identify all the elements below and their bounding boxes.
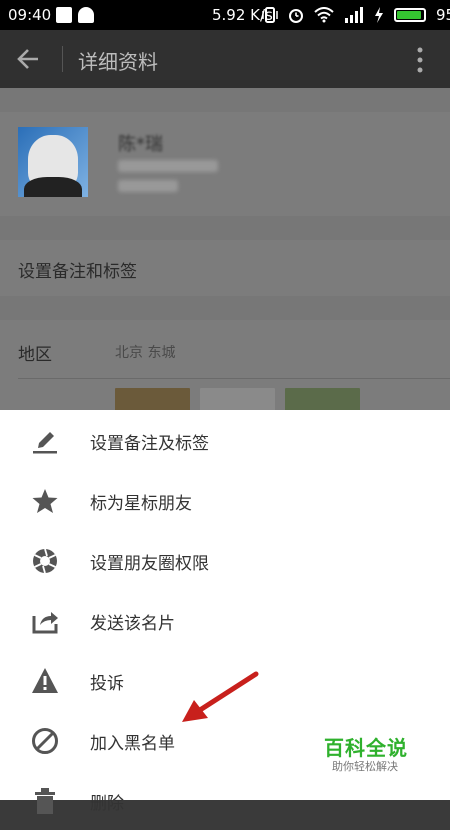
trash-icon <box>35 788 55 814</box>
menu-item-label: 设置备注及标签 <box>90 434 209 454</box>
menu-item-label: 标为星标朋友 <box>90 494 192 514</box>
watermark-subtitle: 助你轻松解决 <box>332 760 398 773</box>
annotation-arrow-icon <box>182 671 259 722</box>
battery-percent: 95 <box>436 6 450 24</box>
region-label: 地区 <box>18 345 52 365</box>
status-bar: 09:40 5.92 K/s 95 <box>0 0 450 30</box>
menu-item-set-remark[interactable]: 设置备注及标签 <box>0 410 450 470</box>
avatar-coat <box>24 177 82 197</box>
region-value: 北京 东城 <box>115 345 176 361</box>
image-notification-icon <box>56 7 72 23</box>
vibrate-icon <box>262 7 278 23</box>
app-bar: 详细资料 <box>0 30 450 88</box>
battery-fill <box>397 11 421 19</box>
back-arrow-icon[interactable] <box>14 44 44 74</box>
region-divider <box>18 378 450 379</box>
avatar <box>18 127 88 197</box>
block-icon <box>32 728 58 754</box>
share-icon <box>32 612 58 634</box>
star-icon <box>32 489 58 513</box>
warning-icon <box>32 668 58 693</box>
signal-icon <box>345 7 363 23</box>
menu-item-delete[interactable]: 删除 <box>0 770 450 830</box>
alarm-icon <box>289 9 303 23</box>
menu-item-moments-permission[interactable]: 设置朋友圈权限 <box>0 530 450 590</box>
status-time: 09:40 <box>8 6 52 24</box>
chat-notification-icon <box>78 7 94 23</box>
menu-item-label: 加入黑名单 <box>90 734 175 754</box>
status-right-icons: 95 <box>262 6 450 24</box>
aperture-icon <box>33 548 57 574</box>
edit-icon <box>33 432 57 454</box>
blurred-nickname <box>118 180 178 192</box>
menu-item-label: 设置朋友圈权限 <box>90 554 209 574</box>
app-bar-divider <box>62 46 63 72</box>
menu-item-label: 投诉 <box>90 674 124 694</box>
region-row: 地区 北京 东城 <box>0 320 450 414</box>
notification-icons <box>56 7 94 23</box>
menu-item-label: 删除 <box>90 794 124 814</box>
nickname: 陈*瑞 <box>118 134 163 155</box>
more-vertical-icon[interactable] <box>412 46 428 74</box>
page-title: 详细资料 <box>78 50 158 74</box>
remark-label: 设置备注和标签 <box>18 262 137 282</box>
charging-icon <box>375 7 383 23</box>
menu-item-star-friend[interactable]: 标为星标朋友 <box>0 470 450 530</box>
battery-icon <box>394 8 426 22</box>
menu-item-label: 发送该名片 <box>90 614 175 634</box>
menu-item-send-card[interactable]: 发送该名片 <box>0 590 450 650</box>
watermark-title: 百科全说 <box>324 736 408 760</box>
wifi-icon <box>314 7 334 23</box>
blurred-id <box>118 160 218 172</box>
remark-row[interactable]: 设置备注和标签 <box>0 240 450 296</box>
